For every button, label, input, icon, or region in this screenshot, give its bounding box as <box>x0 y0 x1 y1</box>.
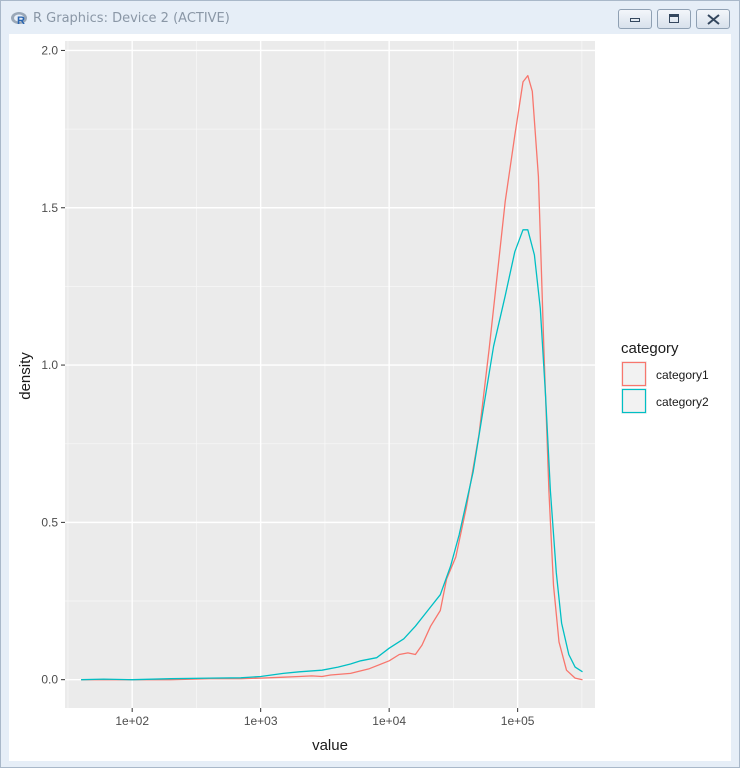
x-tick-label: 1e+05 <box>501 714 535 728</box>
r-logo-icon: R <box>11 12 27 26</box>
close-icon <box>707 14 720 25</box>
x-tick-label: 1e+03 <box>244 714 278 728</box>
legend: category category1 category2 <box>621 340 709 414</box>
minimize-button[interactable] <box>618 9 652 29</box>
graphics-window: R R Graphics: Device 2 (ACTIVE) 0.0 0.5 1.… <box>0 0 740 768</box>
window-title: R Graphics: Device 2 (ACTIVE) <box>33 11 230 26</box>
svg-text:R: R <box>17 15 25 26</box>
density-chart: 0.0 0.5 1.0 1.5 2.0 1e+02 1e+03 1e+04 1e+05 val… <box>17 41 709 754</box>
legend-label-category2: category2 <box>656 395 709 409</box>
y-axis-label: density <box>17 352 34 400</box>
x-tick-label: 1e+02 <box>115 714 149 728</box>
legend-label-category1: category1 <box>656 368 709 382</box>
y-tick-label: 0.0 <box>41 673 58 687</box>
minimize-icon <box>630 18 640 22</box>
y-tick-label: 2.0 <box>41 43 58 57</box>
close-button[interactable] <box>696 9 730 29</box>
x-tick-label: 1e+04 <box>372 714 406 728</box>
x-axis-label: value <box>312 737 348 754</box>
legend-title: category <box>621 340 679 357</box>
maximize-button[interactable] <box>657 9 691 29</box>
y-axis: 0.0 0.5 1.0 1.5 2.0 <box>41 43 65 687</box>
panel-background <box>65 41 595 708</box>
plot-area-container: 0.0 0.5 1.0 1.5 2.0 1e+02 1e+03 1e+04 1e+05 val… <box>9 34 731 761</box>
x-axis: 1e+02 1e+03 1e+04 1e+05 <box>115 708 535 728</box>
legend-key-bg <box>621 388 647 414</box>
y-tick-label: 1.0 <box>41 358 58 372</box>
maximize-icon <box>669 14 679 23</box>
title-bar[interactable]: R R Graphics: Device 2 (ACTIVE) <box>1 1 739 33</box>
y-tick-label: 0.5 <box>41 515 58 529</box>
y-tick-label: 1.5 <box>41 201 58 215</box>
legend-key-bg <box>621 361 647 387</box>
